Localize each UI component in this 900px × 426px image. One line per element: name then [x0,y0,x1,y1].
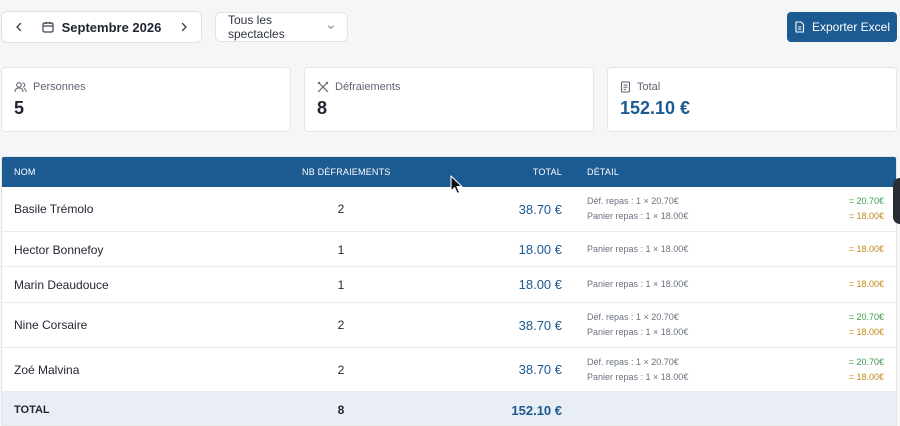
table-row[interactable]: Basile Trémolo 2 38.70 € Déf. repas : 1 … [2,187,896,232]
detail-amount: = 18.00€ [848,244,884,254]
row-nb: 1 [337,243,345,257]
stat-persons-label: Personnes [33,81,86,93]
detail-label: Déf. repas : 1 × 20.70€ [587,196,679,206]
total-row-nb: 8 [337,403,345,417]
total-row-label: TOTAL [14,404,50,416]
detail-amount: = 18.00€ [848,327,884,337]
month-label-group[interactable]: Septembre 2026 [36,20,167,35]
stat-card-persons: Personnes 5 [1,67,291,132]
export-excel-button[interactable]: Exporter Excel [787,12,897,42]
export-excel-label: Exporter Excel [811,20,891,34]
row-nb: 2 [337,202,345,216]
row-nb: 1 [337,278,345,292]
table-row[interactable]: Hector Bonnefoy 1 18.00 € Panier repas :… [2,232,896,267]
users-icon [14,82,27,93]
row-total: 38.70 € [518,318,562,333]
detail-amount: = 20.70€ [848,312,884,322]
row-total: 18.00 € [518,277,562,292]
detail-label: Déf. repas : 1 × 20.70€ [587,357,679,367]
row-name: Hector Bonnefoy [14,243,104,257]
header-nb[interactable]: NB DÉFRAIEMENTS [302,167,391,177]
show-filter-select[interactable]: Tous les spectacles [215,12,348,42]
row-total: 18.00 € [518,242,562,257]
total-row-total: 152.10 € [511,403,562,418]
detail-amount: = 18.00€ [848,279,884,289]
stat-card-total: Total 152.10 € [607,67,897,132]
stat-card-defraiements: Défraiements 8 [304,67,594,132]
table-header: NOM NB DÉFRAIEMENTS TOTAL DÉTAIL [2,157,896,187]
calendar-icon [42,21,54,33]
chevron-left-icon [16,22,22,32]
table-row[interactable]: Marin Deaudouce 1 18.00 € Panier repas :… [2,267,896,303]
chevron-right-icon [181,22,187,32]
detail-amount: = 18.00€ [848,211,884,221]
row-nb: 2 [337,318,345,332]
detail-label: Panier repas : 1 × 18.00€ [587,244,689,254]
detail-amount: = 20.70€ [848,357,884,367]
table-row[interactable]: Nine Corsaire 2 38.70 € Déf. repas : 1 ×… [2,303,896,348]
row-name: Nine Corsaire [14,318,88,332]
row-name: Marin Deaudouce [14,278,109,292]
stat-defraiements-label: Défraiements [335,81,401,93]
header-name[interactable]: NOM [14,167,36,177]
stat-total-value: 152.10 € [620,98,691,118]
mouse-cursor-icon [450,175,463,195]
stat-total-label: Total [637,81,661,93]
file-icon [795,21,805,33]
floating-side-widget[interactable] [893,178,900,224]
row-nb: 2 [337,363,345,377]
detail-label: Panier repas : 1 × 18.00€ [587,372,689,382]
detail-label: Panier repas : 1 × 18.00€ [587,327,689,337]
table-row[interactable]: Zoé Malvina 2 38.70 € Déf. repas : 1 × 2… [2,348,896,392]
chevron-down-icon [328,25,335,29]
detail-label: Panier repas : 1 × 18.00€ [587,279,689,289]
detail-amount: = 20.70€ [848,196,884,206]
row-total: 38.70 € [518,362,562,377]
receipt-icon [620,81,631,93]
utensils-icon [317,81,329,93]
defraiements-table: NOM NB DÉFRAIEMENTS TOTAL DÉTAIL Basile … [1,156,897,426]
header-detail: DÉTAIL [587,167,620,177]
row-total: 38.70 € [518,202,562,217]
show-filter-value: Tous les spectacles [228,13,285,41]
stat-persons-value: 5 [14,98,25,118]
month-label: Septembre 2026 [61,19,162,35]
stat-defraiements-value: 8 [317,98,328,118]
detail-amount: = 18.00€ [848,372,884,382]
table-total-row: TOTAL 8 152.10 € [2,392,896,425]
row-name: Basile Trémolo [14,202,94,216]
month-navigator: Septembre 2026 [1,11,202,43]
row-name: Zoé Malvina [14,363,80,377]
detail-label: Panier repas : 1 × 18.00€ [587,211,689,221]
next-month-button[interactable] [167,12,201,42]
detail-label: Déf. repas : 1 × 20.70€ [587,312,679,322]
prev-month-button[interactable] [2,12,36,42]
header-total[interactable]: TOTAL [533,167,562,177]
